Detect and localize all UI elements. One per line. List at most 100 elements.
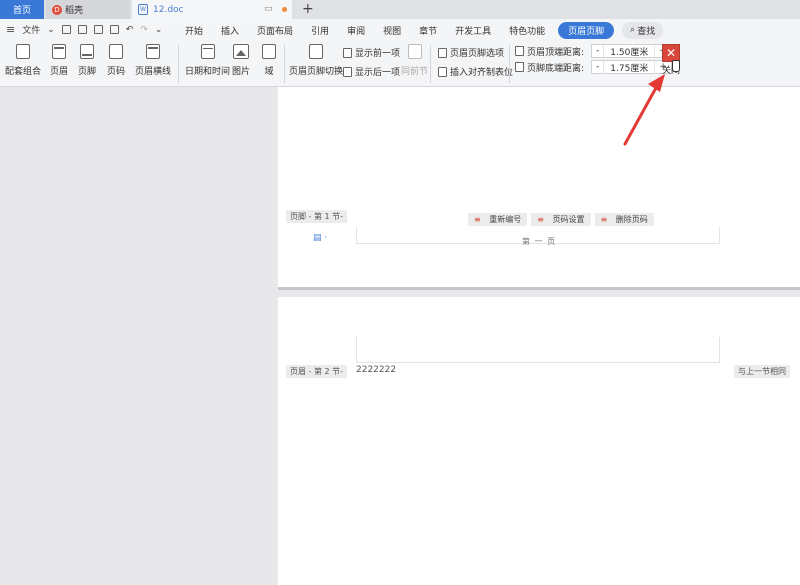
header-line-label: 页眉横线 xyxy=(135,67,172,77)
ribbon-tab[interactable]: 特色功能 xyxy=(500,24,554,37)
bottom-distance-value[interactable]: 1.75厘米 xyxy=(603,60,656,74)
top-distance-icon xyxy=(515,46,524,56)
tab-document-label: 12.doc xyxy=(153,4,184,15)
insert-tab-stop-button[interactable]: 插入对齐制表位 xyxy=(438,65,513,78)
top-distance-value[interactable]: 1.50厘米 xyxy=(603,44,656,58)
config-combo-button[interactable]: 配套组合 xyxy=(5,44,41,77)
datetime-button[interactable]: 日期和时间 xyxy=(185,44,230,77)
options-icon xyxy=(438,47,447,58)
top-distance-row: 页眉顶端距离: - 1.50厘米 + xyxy=(515,44,672,58)
same-as-prev-tag: 与上一节相同 xyxy=(734,365,790,378)
ribbon-tab[interactable]: 引用 xyxy=(302,24,338,37)
top-distance-stepper[interactable]: - 1.50厘米 + xyxy=(591,44,672,58)
document-page-1[interactable]: 页脚 - 第 1 节- ≡ 重新编号 ≡ 页码设置 ≡ 删除页码 ▤ · 第 一… xyxy=(278,87,800,287)
bullet-icon: ≡ xyxy=(534,214,547,225)
show-next-button[interactable]: 显示后一项 xyxy=(343,65,400,78)
monitor-icon[interactable]: ▭ xyxy=(264,4,273,14)
daoke-icon: D xyxy=(52,4,62,15)
document-page-2[interactable]: 页眉 - 第 2 节- 2222222 与上一节相同 xyxy=(278,297,800,585)
redo-icon[interactable]: ↷ xyxy=(140,25,148,35)
divider xyxy=(178,45,179,83)
bottom-distance-row: 页脚底端距离: - 1.75厘米 + xyxy=(515,60,672,74)
ribbon-tab[interactable]: 页面布局 xyxy=(248,24,302,37)
divider xyxy=(284,45,285,83)
insert-tab-stop-label: 插入对齐制表位 xyxy=(450,68,514,78)
page-settings-label: 页码设置 xyxy=(549,214,588,225)
new-tab-button[interactable]: + xyxy=(302,0,314,19)
options-label: 页眉页脚选项 xyxy=(450,49,505,59)
export-icon[interactable] xyxy=(77,25,87,34)
chevron-down-icon[interactable]: ⌄ xyxy=(47,25,55,35)
ribbon-tab-active[interactable]: 页眉页脚 xyxy=(558,21,615,39)
header-area[interactable] xyxy=(356,337,720,363)
search-icon: ⌕ xyxy=(630,25,636,35)
datetime-label: 日期和时间 xyxy=(185,67,231,77)
paste-options-icon[interactable]: ▤ · xyxy=(313,233,327,243)
bottom-distance-icon xyxy=(515,62,524,72)
divider xyxy=(509,45,510,83)
same-as-prev-button[interactable]: 同前节 xyxy=(401,44,428,77)
file-menu[interactable]: 文件 xyxy=(22,23,40,36)
header-text[interactable]: 2222222 xyxy=(356,365,396,375)
ribbon-tab[interactable]: 审阅 xyxy=(338,24,374,37)
page-number-icon xyxy=(109,44,123,59)
ribbon-tab[interactable]: 插入 xyxy=(212,24,248,37)
tab-document[interactable]: W 12.doc ▭ xyxy=(132,0,292,19)
field-label: 域 xyxy=(264,67,274,77)
page-number-label: 页码 xyxy=(107,67,126,77)
bottom-distance-label: 页脚底端距离: xyxy=(527,63,585,74)
save-icon[interactable] xyxy=(61,25,71,34)
undo-icon[interactable]: ↶ xyxy=(126,25,134,35)
delete-page-number-button[interactable]: ≡ 删除页码 xyxy=(594,213,654,226)
ribbon-tab[interactable]: 开始 xyxy=(176,24,212,37)
divider xyxy=(430,45,431,83)
switch-icon xyxy=(309,44,323,59)
picture-label: 图片 xyxy=(232,67,251,77)
header-section-tag: 页眉 - 第 2 节- xyxy=(286,365,348,378)
bottom-distance-stepper[interactable]: - 1.75厘米 + xyxy=(591,60,672,74)
decrement-button[interactable]: - xyxy=(592,62,603,72)
footer-button[interactable]: 页脚 xyxy=(78,44,96,77)
field-icon xyxy=(262,44,276,59)
print-icon[interactable] xyxy=(93,25,103,34)
header-label: 页眉 xyxy=(50,67,69,77)
ribbon-tab[interactable]: 开发工具 xyxy=(446,24,500,37)
close-icon: ✕ xyxy=(665,46,677,60)
switch-label: 页眉页脚切换 xyxy=(289,67,344,77)
tab-daoke-label: 稻壳 xyxy=(65,6,84,16)
bullet-icon: ≡ xyxy=(597,214,611,225)
header-button[interactable]: 页眉 xyxy=(50,44,68,77)
show-next-label: 显示后一项 xyxy=(355,68,401,78)
ribbon-tabs: 开始 插入 页面布局 引用 审阅 视图 章节 开发工具 特色功能 页眉页脚 ⌕ … xyxy=(176,19,664,41)
bullet-icon: ≡ xyxy=(471,214,484,225)
field-button[interactable]: 域 xyxy=(262,44,276,77)
tab-home[interactable]: 首页 xyxy=(0,0,44,19)
show-prev-icon xyxy=(343,47,352,58)
hamburger-icon[interactable]: ≡ xyxy=(6,23,15,36)
page-settings-button[interactable]: ≡ 页码设置 xyxy=(531,213,591,226)
renumber-label: 重新编号 xyxy=(486,214,525,225)
ribbon-tab[interactable]: 视图 xyxy=(374,24,410,37)
page-number-button[interactable]: 页码 xyxy=(107,44,125,77)
ribbon-tab[interactable]: 章节 xyxy=(410,24,446,37)
header-line-button[interactable]: 页眉横线 xyxy=(135,44,171,77)
doc-icon: W xyxy=(138,4,148,15)
options-button[interactable]: 页眉页脚选项 xyxy=(438,46,504,59)
show-prev-button[interactable]: 显示前一项 xyxy=(343,46,400,59)
switch-header-footer-button[interactable]: 页眉页脚切换 xyxy=(289,44,343,77)
page-shadow xyxy=(278,287,800,290)
same-as-prev-icon xyxy=(407,44,422,59)
more-icon[interactable]: ⌄ xyxy=(155,25,163,35)
renumber-button[interactable]: ≡ 重新编号 xyxy=(468,213,528,226)
search-button[interactable]: ⌕ 查找 xyxy=(622,21,664,39)
footer-section-tag: 页脚 - 第 1 节- xyxy=(286,210,348,223)
header-line-icon xyxy=(146,44,160,59)
picture-button[interactable]: 图片 xyxy=(232,44,250,77)
print-preview-icon[interactable] xyxy=(109,25,119,34)
decrement-button[interactable]: - xyxy=(592,46,603,56)
insert-tab-stop-icon xyxy=(438,66,447,77)
search-label: 查找 xyxy=(637,26,656,37)
tab-daoke[interactable]: D 稻壳 xyxy=(46,0,130,19)
show-next-icon xyxy=(343,66,352,77)
config-icon xyxy=(16,44,30,59)
